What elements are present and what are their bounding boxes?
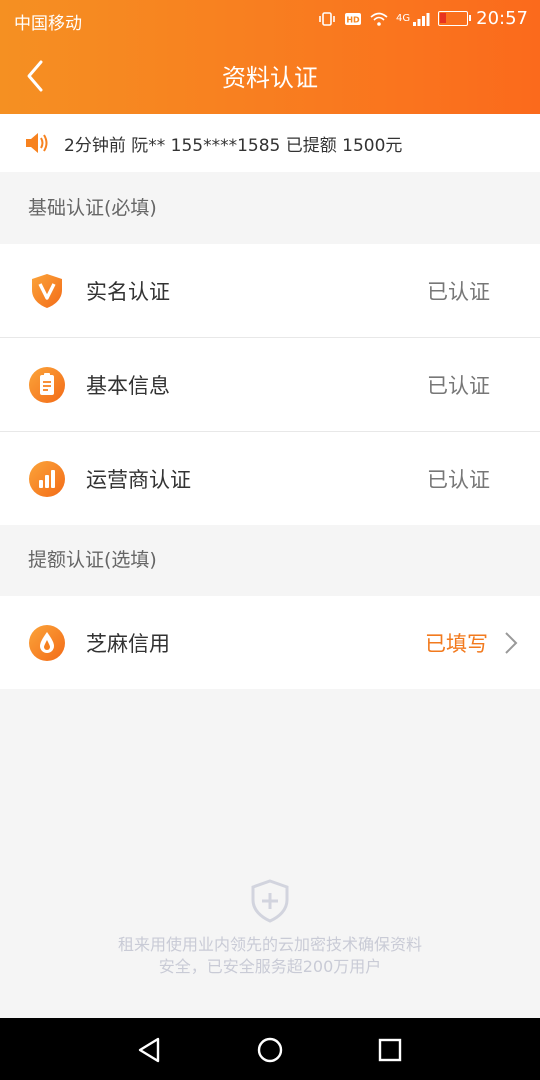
clock: 20:57 <box>476 8 528 29</box>
security-text-line1: 租来用使用业内领先的云加密技术确保资料 <box>117 935 422 954</box>
list-item-sesame-credit[interactable]: 芝麻信用 已填写 <box>0 596 540 689</box>
shield-v-icon <box>32 273 62 308</box>
item-status: 已认证 <box>427 279 490 304</box>
wifi-icon <box>370 12 388 26</box>
nav-bar: 资料认证 <box>0 38 540 114</box>
home-circle-icon[interactable] <box>256 1036 284 1064</box>
list-item-basic-info[interactable]: 基本信息 已认证 <box>0 338 540 432</box>
basic-auth-list: 实名认证 已认证 基本信息 已认证 运营商认证 已认证 <box>0 244 540 525</box>
system-nav-bar <box>0 1018 540 1080</box>
svg-text:HD: HD <box>346 15 360 24</box>
item-status: 已认证 <box>427 467 490 492</box>
optional-auth-list: 芝麻信用 已填写 <box>0 596 540 689</box>
clipboard-icon <box>29 366 65 403</box>
status-bar: 中国移动 HD 4G 20:57 <box>0 0 540 38</box>
shield-plus-icon <box>251 879 289 923</box>
security-note: 租来用使用业内领先的云加密技术确保资料 安全，已安全服务超200万用户 <box>0 878 540 978</box>
item-label: 运营商认证 <box>86 467 191 492</box>
chevron-right-icon <box>505 631 518 654</box>
recents-square-icon[interactable] <box>376 1036 404 1064</box>
section-header-optional: 提额认证(选填) <box>28 549 157 571</box>
signal-icon <box>413 12 430 26</box>
back-triangle-icon[interactable] <box>136 1036 164 1064</box>
network-type: 4G <box>396 13 411 24</box>
section-header-basic: 基础认证(必填) <box>28 197 157 219</box>
battery-icon <box>438 11 472 26</box>
item-status: 已填写 <box>425 631 488 656</box>
item-label: 芝麻信用 <box>86 631 170 656</box>
item-label: 基本信息 <box>86 373 170 398</box>
notice-bar: 2分钟前 阮** 155****1585 已提额 1500元 <box>0 114 540 172</box>
page-title: 资料认证 <box>222 64 318 92</box>
hd-icon: HD <box>345 12 361 25</box>
list-item-real-name[interactable]: 实名认证 已认证 <box>0 244 540 338</box>
bar-chart-icon <box>29 460 65 497</box>
speaker-icon <box>26 133 48 153</box>
sesame-drop-icon <box>29 624 65 661</box>
status-icons: HD 4G 20:57 <box>318 8 528 29</box>
item-label: 实名认证 <box>86 279 170 304</box>
list-item-carrier[interactable]: 运营商认证 已认证 <box>0 432 540 525</box>
vibrate-icon <box>319 11 335 26</box>
notice-text: 2分钟前 阮** 155****1585 已提额 1500元 <box>64 135 403 156</box>
carrier-name: 中国移动 <box>14 14 82 34</box>
item-status: 已认证 <box>427 373 490 398</box>
security-text-line2: 安全，已安全服务超200万用户 <box>158 957 382 976</box>
